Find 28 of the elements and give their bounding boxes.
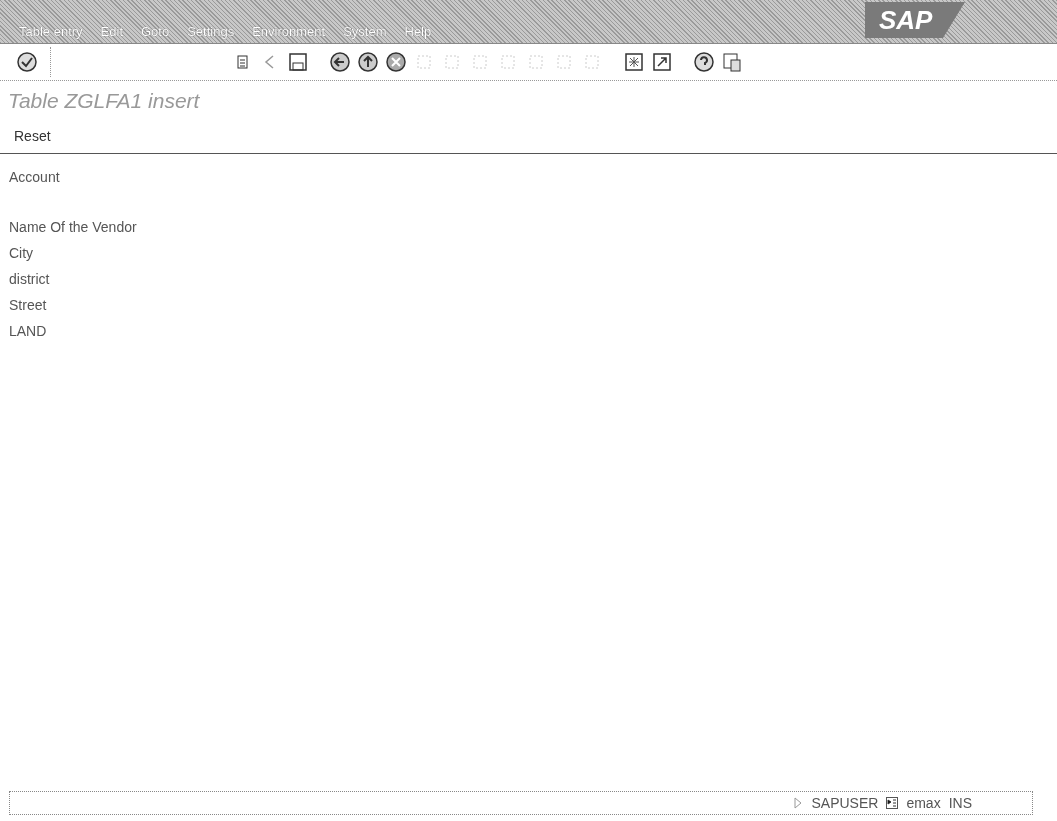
field-label: Account (9, 168, 60, 187)
menu-item[interactable]: Table entry (10, 24, 92, 39)
logo: SAP (865, 2, 965, 38)
back-icon[interactable] (329, 51, 351, 73)
menu-item[interactable]: Edit (91, 24, 132, 39)
field-label: Street (9, 296, 47, 315)
triangle-right-icon[interactable] (791, 797, 804, 809)
menu-item[interactable]: Help (395, 24, 441, 39)
menu-item[interactable]: System (334, 24, 396, 39)
layout-icon[interactable] (721, 51, 743, 73)
help-icon[interactable] (693, 51, 715, 73)
check-icon[interactable] (16, 51, 38, 73)
cancel-icon[interactable] (385, 51, 407, 73)
menu-item[interactable]: Goto (132, 24, 179, 39)
field-label: Name Of the Vendor (9, 218, 137, 237)
shortcut-icon[interactable] (651, 51, 673, 73)
field-label: district (9, 270, 50, 289)
new-window-icon[interactable] (623, 51, 645, 73)
list-icon[interactable] (886, 797, 899, 809)
user-name: SAPUSER (811, 795, 879, 811)
input-mode: INS (948, 795, 972, 811)
screen-title: Table ZGLFA1 insert (7, 88, 201, 113)
menu-item[interactable]: Settings (178, 24, 244, 39)
reset-button[interactable]: Reset (14, 128, 51, 144)
field-label: LAND (9, 322, 47, 341)
server-name: emax (906, 795, 941, 811)
field-label: City (9, 244, 34, 263)
menu-item[interactable]: Environment (243, 24, 335, 39)
